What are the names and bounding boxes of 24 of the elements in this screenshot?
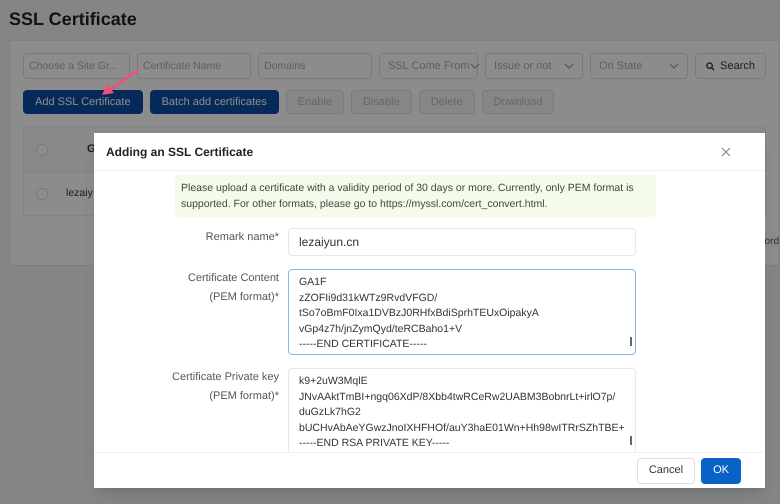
chevron-down-icon bbox=[470, 63, 480, 69]
dialog-button[interactable]: Cancel bbox=[636, 458, 696, 484]
pem-textarea[interactable]: GA1F zZOFIi9d31kWTz9RvdVFGD/ tSo7oBmF0Ixa1DVBzJ0RHfxBdiSprhTEUxOipakyA vGp4z7h/jnZymQyd/teRCBaho1+V -----END CERTIFICATE----- bbox=[288, 269, 636, 355]
pem-text: GA1F zZOFIi9d31kWTz9RvdVFGD/ tSo7oBmF0Ixa1DVBzJ0RHfxBdiSprhTEUxOipakyA vGp4z7h/jnZymQyd/teRCBaho1+V -----END CERTIFICATE----- bbox=[299, 275, 540, 352]
search-button[interactable]: Search bbox=[695, 53, 766, 79]
search-icon bbox=[706, 62, 716, 70]
scrollbar-thumb[interactable] bbox=[630, 436, 632, 445]
close-icon[interactable] bbox=[721, 146, 731, 156]
field-label: Remark name* bbox=[204, 230, 279, 245]
field-label: Certificate Content (PEM format)* bbox=[186, 271, 279, 305]
pagination-text: ord bbox=[764, 235, 779, 249]
field-label: Certificate Private key (PEM format)* bbox=[171, 370, 279, 404]
chevron-down-icon bbox=[564, 63, 574, 69]
page-title: SSL Certificate bbox=[9, 8, 138, 30]
action-button[interactable]: Add SSL Certificate bbox=[23, 90, 143, 114]
dialog-button[interactable]: OK bbox=[701, 458, 741, 484]
notice-banner: Please upload a certificate with a validity period of 30 days or more. Currently, only PEM format is supported. For other formats, please go to https://myssl.com/cert_convert.html. bbox=[175, 175, 656, 217]
dialog-title: Adding an SSL Certificate bbox=[106, 144, 254, 160]
chevron-down-icon bbox=[669, 63, 680, 69]
scrollbar-thumb[interactable] bbox=[630, 337, 632, 346]
remark-name-field[interactable]: lezaiyun.cn bbox=[288, 228, 636, 256]
arrow-drawing bbox=[100, 69, 140, 96]
table-cell-text: lezaiy bbox=[66, 186, 93, 202]
action-button[interactable]: Batch add certificates bbox=[150, 90, 279, 114]
